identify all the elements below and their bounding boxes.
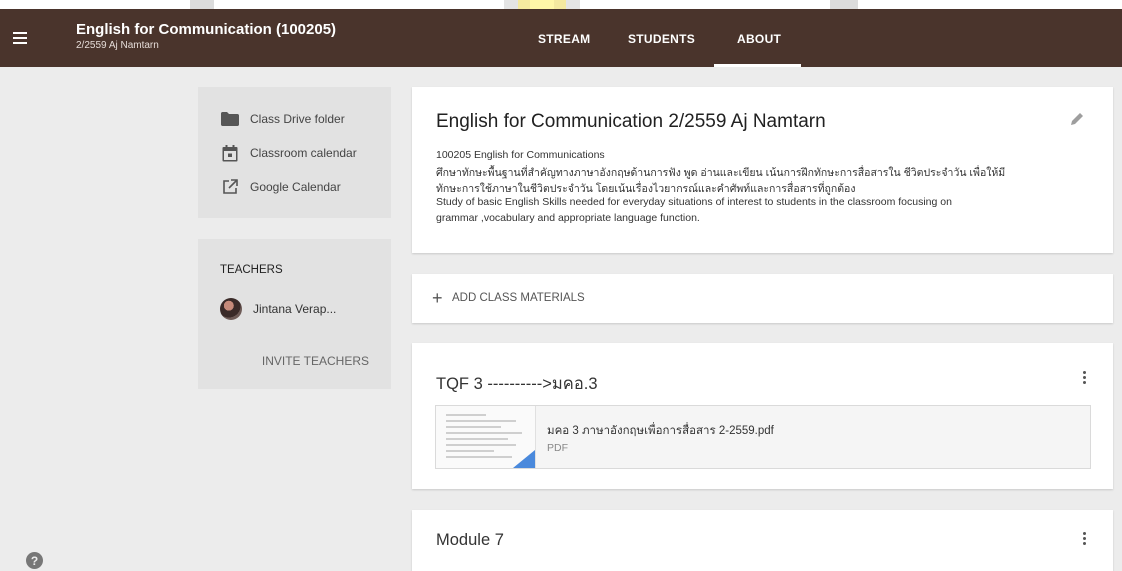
plus-icon: +	[432, 288, 443, 308]
active-tab-indicator	[714, 64, 801, 67]
class-drive-folder-link[interactable]: Class Drive folder	[220, 108, 345, 130]
link-label: Classroom calendar	[250, 146, 357, 160]
about-card: English for Communication 2/2559 Aj Namt…	[412, 87, 1113, 253]
avatar	[220, 298, 242, 320]
class-resources-panel: Class Drive folder Classroom calendar Go…	[198, 87, 391, 218]
calendar-icon	[220, 143, 240, 163]
watermark-block	[530, 0, 554, 9]
file-corner-marker	[513, 450, 535, 468]
watermark-block	[566, 0, 580, 9]
teacher-name: Jintana Verap...	[253, 302, 337, 316]
more-options-icon[interactable]	[1079, 528, 1089, 548]
google-calendar-link[interactable]: Google Calendar	[220, 176, 341, 198]
about-title: English for Communication 2/2559 Aj Namt…	[436, 111, 826, 132]
description-line: ทักษะการใช้ภาษาในชีวิตประจำวัน โดยเน้นเร…	[436, 183, 856, 195]
description-line: ศึกษาทักษะพื้นฐานที่สำคัญทางภาษาอังกฤษด้…	[436, 167, 1006, 179]
top-watermark-strip	[0, 0, 1122, 9]
watermark-block	[190, 0, 214, 9]
description-line: grammar ,vocabulary and appropriate lang…	[436, 212, 700, 224]
tab-students[interactable]: STUDENTS	[628, 32, 695, 46]
description-line: 100205 English for Communications	[436, 149, 605, 161]
attachment-type: PDF	[547, 442, 568, 454]
description-line: Study of basic English Skills needed for…	[436, 196, 952, 208]
watermark-block	[554, 0, 566, 9]
teachers-panel: TEACHERS Jintana Verap... INVITE TEACHER…	[198, 239, 391, 389]
open-in-new-icon	[220, 177, 240, 197]
class-subtitle: 2/2559 Aj Namtarn	[76, 40, 159, 51]
tab-about[interactable]: ABOUT	[737, 32, 781, 46]
attachment-item[interactable]: มคอ 3 ภาษาอังกฤษเพื่อการสื่อสาร 2-2559.p…	[435, 405, 1091, 469]
link-label: Class Drive folder	[250, 112, 345, 126]
add-class-materials-button[interactable]: + ADD CLASS MATERIALS	[412, 274, 1113, 323]
add-materials-label: ADD CLASS MATERIALS	[452, 292, 585, 304]
hamburger-menu-icon[interactable]	[9, 27, 31, 49]
link-label: Google Calendar	[250, 180, 341, 194]
topic-card: Module 7	[412, 510, 1113, 571]
topic-title: TQF 3 ---------->มคอ.3	[436, 375, 598, 393]
edit-pencil-icon[interactable]	[1069, 111, 1089, 131]
invite-teachers-button[interactable]: INVITE TEACHERS	[262, 354, 369, 368]
watermark-block	[830, 0, 858, 9]
more-options-icon[interactable]	[1079, 367, 1089, 387]
help-icon[interactable]: ?	[26, 552, 43, 569]
teacher-item[interactable]: Jintana Verap...	[220, 298, 336, 320]
class-title[interactable]: English for Communication (100205)	[76, 21, 336, 38]
watermark-block	[504, 0, 518, 9]
topic-card: TQF 3 ---------->มคอ.3 มคอ 3 ภาษาอังกฤษเ…	[412, 343, 1113, 489]
classroom-calendar-link[interactable]: Classroom calendar	[220, 142, 357, 164]
app-header: English for Communication (100205) 2/255…	[0, 9, 1122, 67]
teachers-heading: TEACHERS	[220, 264, 283, 276]
tab-stream[interactable]: STREAM	[538, 32, 590, 46]
attachment-name: มคอ 3 ภาษาอังกฤษเพื่อการสื่อสาร 2-2559.p…	[547, 425, 774, 437]
document-thumbnail	[436, 406, 536, 468]
folder-icon	[220, 109, 240, 129]
watermark-block	[518, 0, 530, 9]
topic-title: Module 7	[436, 531, 504, 549]
